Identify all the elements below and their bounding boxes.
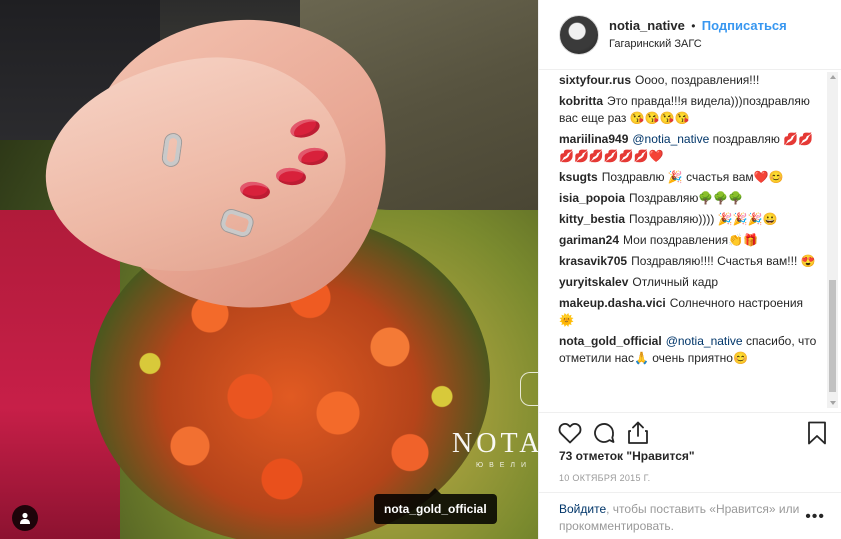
comment-username[interactable]: nota_gold_official: [559, 334, 662, 348]
comment: gariman24 Мои поздравления👏🎁: [559, 232, 817, 249]
heart-icon: [558, 422, 582, 443]
comment-username[interactable]: kitty_bestia: [559, 212, 625, 226]
bookmark-icon: [808, 421, 826, 444]
login-link[interactable]: Войдите: [559, 502, 606, 516]
comment-text: Оооо, поздравления!!!: [635, 73, 760, 87]
comment: nota_gold_official @notia_native спасибо,…: [559, 333, 817, 367]
scroll-up-arrow-icon[interactable]: [830, 75, 836, 79]
comment: kitty_bestia Поздравляю)))) 🎉🎉🎉😀: [559, 211, 817, 228]
comment-text: Поздравляю!!!! Счастья вам!!! 😍: [631, 254, 816, 268]
post-side-panel: notia_native • Подписаться Гагаринский З…: [538, 0, 841, 539]
post-username[interactable]: notia_native: [609, 18, 685, 33]
comment-mention[interactable]: @notia_native: [632, 132, 709, 146]
comment: kobritta Это правда!!!я видела)))поздравл…: [559, 93, 817, 127]
login-prompt: Войдите, чтобы поставить «Нравится» или …: [539, 492, 841, 539]
comment-username[interactable]: ksugts: [559, 170, 598, 184]
user-tag-button[interactable]: [12, 505, 38, 531]
comment-text: Поздравлю 🎉 счастья вам❤️😊: [601, 170, 784, 184]
brand-watermark-sub: ЮВЕЛИ: [476, 462, 533, 469]
comment: makeup.dasha.vici Солнечного настроения🌞: [559, 295, 817, 329]
comment: ksugts Поздравлю 🎉 счастья вам❤️😊: [559, 169, 817, 186]
comment: sixtyfour.rus Оооо, поздравления!!!: [559, 72, 817, 89]
more-options-button[interactable]: •••: [805, 508, 825, 526]
comment-username[interactable]: isia_popoia: [559, 191, 625, 205]
comment: krasavik705 Поздравляю!!!! Счастья вам!!!…: [559, 253, 817, 270]
like-button[interactable]: [557, 420, 583, 446]
comment-text: Отличный кадр: [632, 275, 719, 289]
post-photo[interactable]: NOTA ЮВЕЛИ nota_gold_official: [0, 0, 538, 539]
brand-crest-logo: [520, 372, 538, 406]
follow-button[interactable]: Подписаться: [702, 18, 787, 33]
comment: yuryitskalev Отличный кадр: [559, 274, 817, 291]
comment-button[interactable]: [591, 420, 617, 446]
user-icon: [20, 512, 30, 524]
post-date: 10 ОКТЯБРЯ 2015 Г.: [559, 473, 651, 483]
save-button[interactable]: [804, 420, 830, 446]
comment-username[interactable]: kobritta: [559, 94, 603, 108]
comment-username[interactable]: sixtyfour.rus: [559, 73, 631, 87]
comment-text: Поздравляю)))) 🎉🎉🎉😀: [629, 212, 778, 226]
post-actions: [539, 412, 841, 452]
comment: mariilina949 @notia_native поздравляю 💋💋💋…: [559, 131, 817, 165]
share-icon: [628, 421, 648, 444]
scroll-down-arrow-icon[interactable]: [830, 401, 836, 405]
header-separator: •: [691, 18, 696, 33]
comment-icon: [594, 422, 615, 443]
likes-number[interactable]: 73 отметок: [559, 449, 623, 463]
post-header: notia_native • Подписаться Гагаринский З…: [539, 0, 841, 70]
brand-watermark: NOTA: [452, 428, 538, 459]
comment-username[interactable]: makeup.dasha.vici: [559, 296, 666, 310]
post-location[interactable]: Гагаринский ЗАГС: [609, 36, 787, 52]
scrollbar-thumb[interactable]: [829, 280, 836, 392]
comments-list: sixtyfour.rus Оооо, поздравления!!! kobri…: [539, 70, 825, 410]
share-button[interactable]: [625, 420, 651, 446]
photo-tag-tooltip[interactable]: nota_gold_official: [374, 488, 497, 524]
comment-username[interactable]: krasavik705: [559, 254, 627, 268]
comment-text: Поздравляю🌳🌳🌳: [629, 191, 744, 205]
comment-text: Мои поздравления👏🎁: [623, 233, 758, 247]
comment-mention[interactable]: @notia_native: [666, 334, 743, 348]
likes-count[interactable]: 73 отметок "Нравится": [559, 449, 695, 463]
comment-username[interactable]: mariilina949: [559, 132, 628, 146]
avatar[interactable]: [559, 14, 599, 55]
comment-username[interactable]: yuryitskalev: [559, 275, 628, 289]
comment-username[interactable]: gariman24: [559, 233, 619, 247]
likes-label: "Нравится": [626, 449, 695, 463]
comments-scrollbar[interactable]: [827, 72, 838, 408]
comment: isia_popoia Поздравляю🌳🌳🌳: [559, 190, 817, 207]
